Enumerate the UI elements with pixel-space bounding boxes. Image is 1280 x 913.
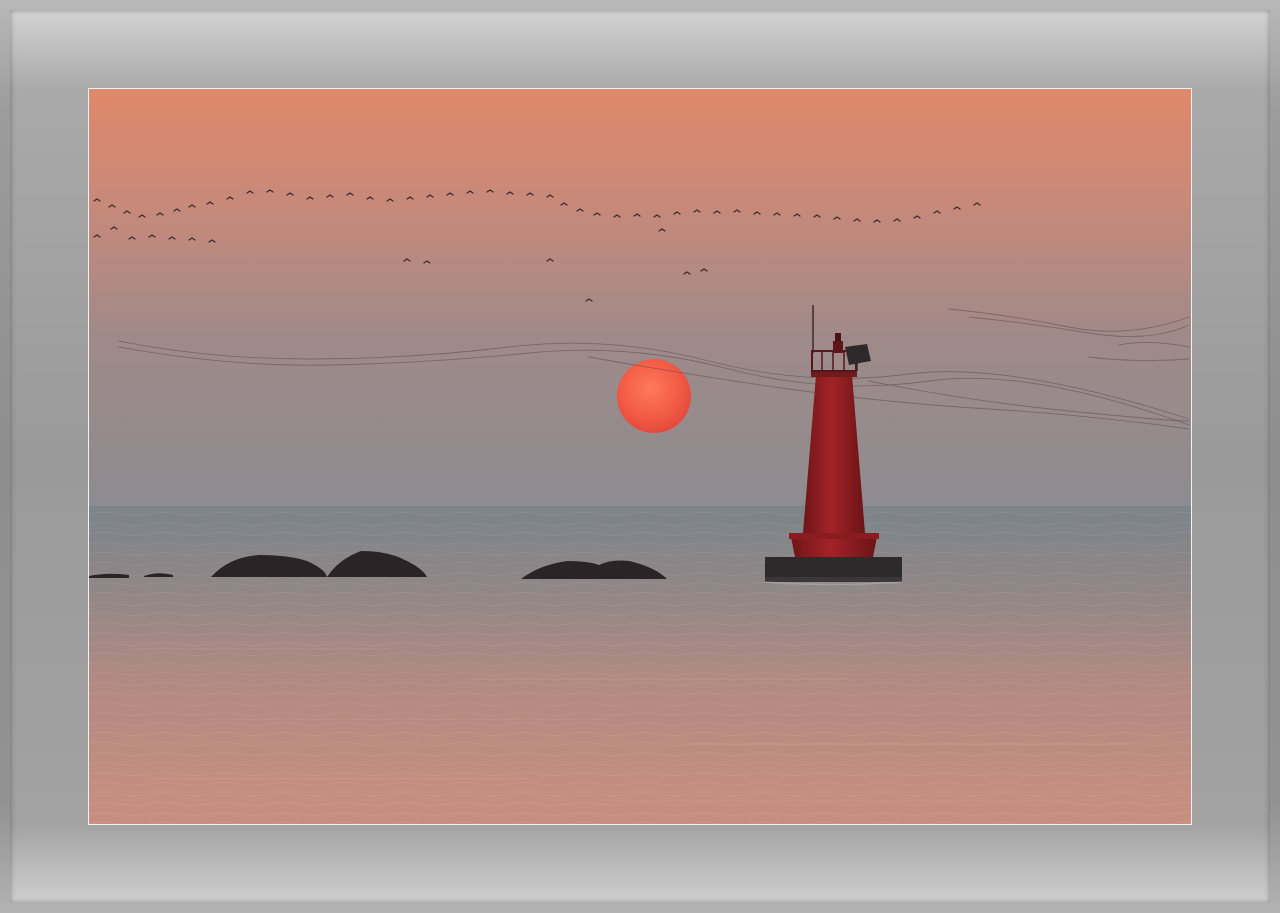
sea-ripples: [89, 506, 1191, 824]
sunset-photo: [88, 88, 1192, 825]
lighthouse-lantern: [833, 341, 843, 353]
photo-scene: [89, 89, 1191, 824]
sky: [89, 89, 1191, 507]
sun: [617, 359, 691, 433]
lighthouse-foot: [791, 537, 877, 557]
